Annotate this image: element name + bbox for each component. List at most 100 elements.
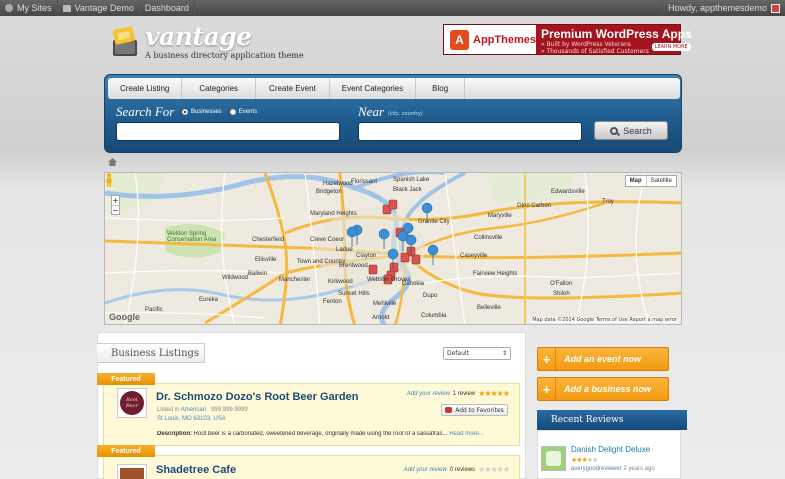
review-author[interactable]: averygoodreviewer: [571, 466, 622, 472]
near-label: Near: [358, 104, 384, 119]
listing-title[interactable]: Dr. Schmozo Dozo's Root Beer Garden: [156, 391, 358, 403]
ad-brand-area: A AppThemes: [444, 25, 536, 54]
sort-select-value: Default: [447, 350, 469, 357]
zoom-in-button[interactable]: +: [112, 196, 119, 205]
radio-businesses[interactable]: [182, 109, 188, 115]
add-event-label: Add an event now: [564, 354, 642, 364]
listing-review-row: Add your review 0 reviews ★★★★★: [404, 465, 510, 474]
map-type-toggle: Map Satellite: [624, 175, 677, 187]
ad-banner[interactable]: A AppThemes Premium WordPress Apps » Bui…: [443, 24, 692, 55]
avatar: [771, 3, 780, 13]
review-count: 1 review: [452, 390, 476, 397]
map-attribution[interactable]: Map data ©2014 Google Terms of Use Repor…: [530, 317, 679, 323]
add-business-label: Add a business now: [564, 384, 652, 394]
review-thumbnail[interactable]: [541, 446, 566, 471]
review-listing-title[interactable]: Danish Delight Deluxe: [571, 445, 650, 454]
site-tagline: A business directory application theme: [145, 51, 304, 60]
home-icon: [62, 4, 71, 12]
search-button[interactable]: Search: [594, 121, 668, 140]
map-label-bridgeton: Bridgeton: [316, 189, 342, 195]
near-hint: (city, country): [388, 111, 423, 117]
section-title: Business Listings: [97, 343, 205, 363]
add-to-favorites-button[interactable]: Add to Favorites: [441, 404, 508, 416]
add-event-button[interactable]: + Add an event now: [537, 347, 669, 371]
listing-phone: 999.999.9999: [211, 407, 248, 413]
listing-logo: Root Beer: [120, 391, 144, 415]
map-label-kirkwood: Kirkwood: [328, 279, 353, 285]
radio-events-label: Events: [238, 109, 258, 115]
zoom-out-button[interactable]: −: [112, 205, 119, 215]
map-label-edwardsville: Edwardsville: [551, 189, 585, 195]
nav-create-listing[interactable]: Create Listing: [108, 78, 183, 99]
map-label-hazelwood: Hazelwood: [323, 181, 353, 187]
select-arrows-icon: ⇕: [501, 350, 507, 357]
radio-events[interactable]: [229, 109, 236, 115]
listing-category-link[interactable]: American: [181, 407, 206, 413]
review-count: 0 reviews: [449, 466, 476, 473]
my-sites-link[interactable]: My Sites: [0, 0, 58, 16]
logo-text: vantage: [145, 22, 252, 51]
admin-bar: My Sites Vantage Demo Dashboard Howdy, a…: [0, 0, 785, 16]
listing-thumbnail[interactable]: [117, 464, 147, 479]
add-to-favorites-label: Add to Favorites: [455, 406, 504, 414]
ad-title: Premium WordPress Apps: [541, 27, 692, 41]
google-logo: Google: [109, 312, 140, 322]
rating-stars-icon: ★★★★★: [478, 389, 510, 398]
review-time: 2 years ago: [623, 466, 655, 472]
map-label-mehlville: Mehlville: [373, 301, 397, 307]
listing-photo: [120, 468, 144, 479]
map-label-manchester: Manchester: [279, 277, 311, 283]
map-type-map[interactable]: Map: [626, 176, 647, 186]
site-logo[interactable]: vantage A business directory application…: [107, 22, 307, 72]
logo-icon: [112, 26, 137, 56]
map-label-dupo: Dupo: [423, 293, 438, 299]
add-business-button[interactable]: + Add a business now: [537, 377, 669, 401]
map-label-clayton: Clayton: [356, 253, 377, 259]
search-type-options: Businesses Events: [182, 109, 257, 115]
map-label-creve-coeur: Creve Coeur: [310, 237, 345, 243]
map-label-arnold: Arnold: [372, 315, 390, 321]
map-label-ladue: Ladue: [336, 247, 353, 253]
read-more-link[interactable]: Read more...: [449, 431, 484, 437]
ad-copy: Premium WordPress Apps » Built by WordPr…: [536, 25, 697, 55]
listing-thumbnail[interactable]: Root Beer: [117, 388, 147, 418]
recent-reviews-heading: Recent Reviews: [537, 410, 687, 430]
nav-categories[interactable]: Categories: [182, 78, 257, 99]
dashboard-link[interactable]: Dashboard: [140, 0, 195, 16]
add-review-link[interactable]: Add your review: [407, 391, 450, 397]
map-label-caseyville: Caseyville: [460, 253, 488, 259]
description-label: Description:: [157, 431, 193, 437]
search-button-label: Search: [623, 125, 652, 136]
pegman-icon[interactable]: [105, 173, 113, 187]
zoom-control: + −: [111, 195, 120, 215]
listings-map[interactable]: Florissant Spanish Lake Hazelwood Bridge…: [104, 172, 682, 325]
breadcrumb-home-icon[interactable]: [108, 158, 117, 166]
listing-card: Shadetree Cafe Add your review 0 reviews…: [103, 455, 520, 479]
listing-review-row: Add your review 1 review ★★★★★: [407, 389, 510, 398]
map-label-black-jack: Black Jack: [393, 187, 422, 193]
listing-title[interactable]: Shadetree Cafe: [156, 464, 236, 476]
map-label-collinsville: Collinsville: [474, 235, 503, 241]
ad-learn-more-button[interactable]: LEARN MORE: [651, 43, 691, 51]
account-menu[interactable]: Howdy, appthemesdemo: [662, 0, 785, 16]
howdy-label: Howdy, appthemesdemo: [668, 3, 767, 13]
map-type-satellite[interactable]: Satellite: [647, 176, 676, 186]
radio-businesses-label: Businesses: [191, 109, 222, 115]
dashboard-label: Dashboard: [144, 3, 189, 13]
review-thumbnail-image: [546, 451, 561, 466]
nav-create-event[interactable]: Create Event: [256, 78, 330, 99]
map-label-sunset-hills: Sunset Hills: [338, 291, 370, 297]
sort-select[interactable]: Default ⇕: [443, 347, 511, 360]
map-label-ofallon: O'Fallon: [550, 281, 573, 287]
add-review-link[interactable]: Add your review: [404, 467, 447, 473]
map-label-wildwood: Wildwood: [222, 275, 249, 281]
nav-blog[interactable]: Blog: [416, 78, 466, 99]
near-input[interactable]: [358, 122, 582, 141]
map-label-florissant: Florissant: [351, 179, 378, 185]
site-name-link[interactable]: Vantage Demo: [58, 0, 140, 16]
heart-icon: [445, 407, 453, 413]
map-label-chesterfield: Chesterfield: [252, 237, 285, 243]
recent-reviews-widget: Danish Delight Deluxe ★★★★★ averygoodrev…: [537, 430, 681, 479]
search-input[interactable]: [116, 122, 340, 141]
nav-event-categories[interactable]: Event Categories: [330, 78, 417, 99]
